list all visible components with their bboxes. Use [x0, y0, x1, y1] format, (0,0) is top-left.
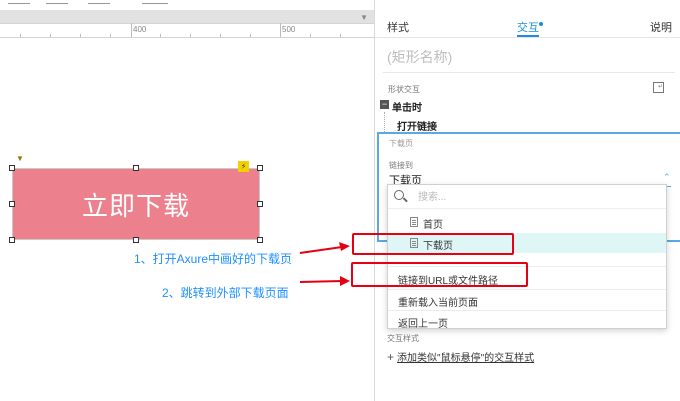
resize-handle[interactable] [257, 165, 263, 171]
tab-style[interactable]: 样式 [387, 19, 409, 35]
ruler-tick [131, 23, 132, 37]
ruler-tick [280, 23, 281, 37]
download-button-label[interactable]: 立即下载 [12, 168, 260, 240]
highlight-box-link-url [351, 262, 528, 287]
top-bar-segment [8, 3, 30, 4]
resize-handle[interactable] [9, 201, 15, 207]
ruler-label: 500 [282, 25, 296, 34]
ruler-label: 400 [133, 25, 147, 34]
top-bar-segment [88, 3, 110, 4]
link-target-dropdown: 首页 下载页 链接到URL或文件路径 重新载入当前页面 返回上一页 [387, 184, 667, 330]
ruler-tick [50, 34, 51, 37]
top-bar-segment [46, 3, 68, 4]
ruler-tick [20, 34, 21, 37]
ruler-tick [190, 34, 191, 37]
active-dot [539, 22, 543, 26]
lightning-icon: ⚡ [238, 161, 249, 172]
ruler-tick [110, 34, 111, 37]
action-target-note: 下载页 [389, 139, 413, 148]
download-button-shape[interactable]: 立即下载 [9, 165, 263, 243]
resize-handle[interactable] [257, 237, 263, 243]
action-label[interactable]: 打开链接 [397, 118, 437, 133]
tab-notes[interactable]: 说明 [650, 19, 672, 35]
divider [388, 289, 666, 290]
tab-interactions[interactable]: 交互 [517, 19, 539, 35]
highlight-box-download-page [352, 233, 514, 255]
event-label[interactable]: 单击时 [392, 99, 422, 114]
link-to-label: 链接到 [389, 161, 413, 170]
ruler-tick [310, 34, 311, 37]
resize-handle[interactable] [9, 165, 15, 171]
page-item-home[interactable]: 首页 [388, 212, 666, 232]
ruler-tick [80, 34, 81, 37]
collapse-icon[interactable]: − [380, 100, 389, 109]
canvas-tab-strip: ▼ [0, 10, 374, 24]
search-input[interactable] [418, 189, 618, 205]
dropdown-search [388, 185, 666, 209]
ruler-tick [250, 34, 251, 37]
section-title: 形状交互 [388, 85, 420, 94]
resize-handle[interactable] [133, 237, 139, 243]
page-icon [410, 217, 418, 227]
divider [383, 72, 675, 73]
divider [388, 310, 666, 311]
anchor-marker-icon: ▼ [16, 154, 24, 163]
option-reload-page[interactable]: 重新载入当前页面 [398, 294, 478, 309]
ruler-tick [160, 34, 161, 37]
resize-handle[interactable] [257, 201, 263, 207]
resize-handle[interactable] [9, 237, 15, 243]
add-style-label: 添加类似"鼠标悬停"的交互样式 [397, 353, 535, 364]
resize-handle[interactable] [133, 165, 139, 171]
top-bar [0, 0, 374, 10]
horizontal-ruler: 400 500 [0, 23, 374, 38]
annotation-open-download-page: 1、打开Axure中画好的下载页 [134, 252, 293, 266]
top-bar-segment [142, 3, 168, 4]
tab-underline [517, 35, 539, 37]
plus-icon: + [387, 350, 395, 364]
shape-name-field[interactable]: (矩形名称) [387, 47, 452, 67]
tree-line [384, 112, 385, 134]
interaction-styles-title: 交互样式 [387, 334, 419, 343]
annotation-external-page: 2、跳转到外部下载页面 [162, 286, 289, 300]
ruler-tick [220, 34, 221, 37]
chevron-down-icon[interactable]: ▼ [360, 13, 368, 22]
ruler-tick [340, 34, 341, 37]
option-go-back[interactable]: 返回上一页 [398, 315, 448, 330]
copy-interaction-icon[interactable]: ↵ [653, 82, 664, 93]
chevron-updown-icon[interactable]: ⌃ [663, 172, 671, 183]
search-icon [394, 190, 404, 200]
page-item-label: 首页 [423, 220, 443, 231]
panel-tabs: 样式 交互 说明 [375, 0, 680, 38]
add-interaction-style-link[interactable]: + 添加类似"鼠标悬停"的交互样式 [387, 349, 534, 364]
